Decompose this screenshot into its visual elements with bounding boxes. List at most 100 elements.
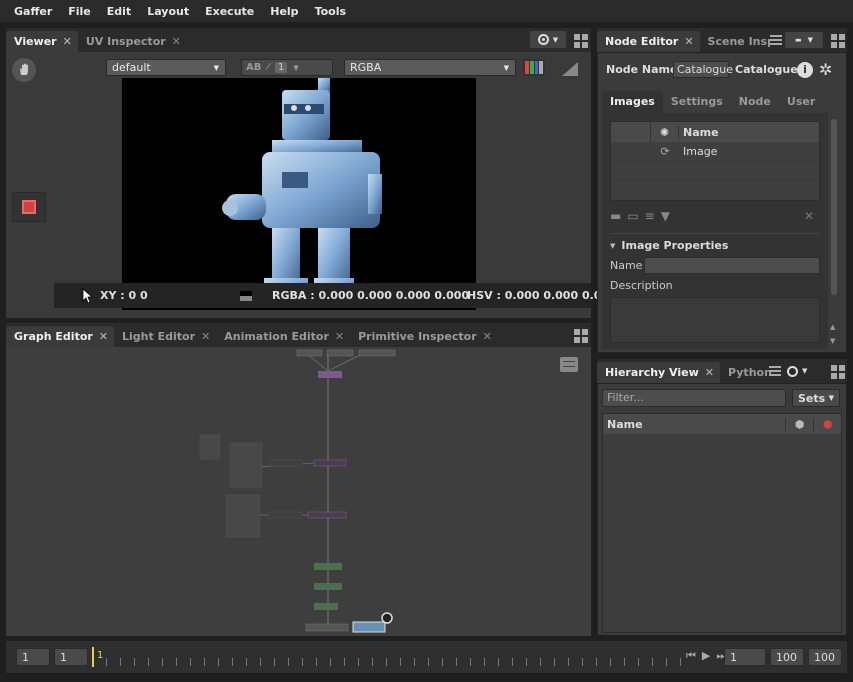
tab-node-editor-label: Node Editor: [605, 35, 679, 48]
channel-swatch-icon[interactable]: [523, 59, 545, 76]
tab-primitive-inspector[interactable]: Primitive Inspector ✕: [350, 326, 498, 347]
tab-light-editor-label: Light Editor: [122, 330, 196, 343]
menu-execute[interactable]: Execute: [197, 5, 262, 18]
sets-dropdown[interactable]: Sets ▼: [792, 389, 840, 407]
list-item[interactable]: ⟳ Image: [611, 142, 819, 162]
annotation-icon[interactable]: [560, 357, 578, 372]
playhead[interactable]: [92, 647, 94, 667]
menu-gaffer[interactable]: Gaffer: [6, 5, 60, 18]
close-icon[interactable]: ✕: [201, 330, 210, 343]
current-frame-field[interactable]: 1: [724, 648, 766, 666]
scrollbar[interactable]: [831, 119, 837, 295]
hierarchy-body: Filter... Sets ▼ Name ⬢ ⬢: [597, 383, 847, 636]
end-frame-field[interactable]: 100: [808, 648, 842, 666]
tabs-menu-icon[interactable]: [770, 35, 782, 45]
name-label: Name: [610, 259, 643, 272]
layout-grid-icon[interactable]: [831, 365, 845, 379]
tab-user[interactable]: User: [779, 91, 823, 113]
tab-animation-editor-label: Animation Editor: [224, 330, 329, 343]
tabs-menu-icon[interactable]: [769, 366, 781, 376]
export-icon[interactable]: ≡: [645, 209, 655, 223]
info-icon[interactable]: i: [797, 62, 813, 78]
node-name-label: Node Name: [606, 63, 678, 76]
inclusion-icon[interactable]: ⬢: [813, 417, 841, 431]
close-icon[interactable]: ✕: [335, 330, 344, 343]
node-graph-canvas[interactable]: [6, 347, 591, 636]
description-field[interactable]: [610, 297, 820, 343]
tab-hierarchy-view[interactable]: Hierarchy View ✕: [597, 362, 720, 383]
close-icon[interactable]: ✕: [172, 35, 181, 48]
list-item[interactable]: [611, 181, 819, 200]
scroll-up-icon[interactable]: ▲: [830, 323, 835, 331]
wipe-icon[interactable]: ⁄: [267, 62, 269, 73]
image-list-header: ✺ Name: [611, 122, 819, 142]
layout-grid-icon[interactable]: [574, 34, 588, 48]
remove-icon[interactable]: ✕: [804, 209, 814, 223]
pixel-status-bar: XY : 0 0 RGBA : 0.000 0.000 0.000 0.000 …: [54, 283, 601, 308]
menu-tools[interactable]: Tools: [307, 5, 354, 18]
section-tabs: Images Settings Node User: [602, 91, 840, 113]
node-name-field[interactable]: Catalogue: [673, 61, 733, 78]
compare-count[interactable]: 1: [275, 62, 288, 73]
chevron-down-icon: ▼: [802, 367, 808, 375]
menu-layout[interactable]: Layout: [139, 5, 197, 18]
display-transform-dropdown[interactable]: default ▼: [106, 59, 226, 76]
channels-dropdown[interactable]: RGBA ▼: [344, 59, 516, 76]
tab-light-editor[interactable]: Light Editor ✕: [114, 326, 216, 347]
image-name-field[interactable]: [644, 257, 820, 274]
menu-edit[interactable]: Edit: [99, 5, 139, 18]
playback-start-field[interactable]: 1: [54, 648, 88, 666]
tab-settings[interactable]: Settings: [663, 91, 731, 113]
node-editor-panel: Node Editor ✕ Scene Insp ▬ ▼ Node Name Ca…: [597, 28, 847, 353]
viewer-image: [122, 78, 476, 310]
crop-tool-button[interactable]: [12, 192, 46, 222]
node-editor-focus-button[interactable]: ▬ ▼: [785, 32, 823, 48]
tab-scene-inspector[interactable]: Scene Insp: [700, 31, 770, 52]
close-icon[interactable]: ✕: [705, 366, 714, 379]
ab-compare-button[interactable]: AB: [246, 62, 261, 73]
filter-input[interactable]: Filter...: [602, 389, 786, 407]
viewer-settings-button[interactable]: ▼: [530, 31, 566, 48]
viewer-canvas[interactable]: default ▼ AB ⁄ 1 ▼ RGBA ▼ XY: 0 0 RGBA …: [6, 52, 601, 318]
play-icon[interactable]: ▶: [702, 649, 710, 663]
close-icon[interactable]: ✕: [99, 330, 108, 343]
exposure-ramp-icon[interactable]: [562, 62, 578, 76]
hierarchy-tree[interactable]: Name ⬢ ⬢: [602, 413, 842, 633]
tab-uv-inspector[interactable]: UV Inspector ✕: [78, 31, 187, 52]
close-icon[interactable]: ✕: [483, 330, 492, 343]
folder-icon[interactable]: ▬: [610, 209, 621, 223]
tab-node-editor[interactable]: Node Editor ✕: [597, 31, 700, 52]
duplicate-icon[interactable]: ▭: [627, 209, 638, 223]
image-list[interactable]: ✺ Name ⟳ Image: [610, 121, 820, 201]
layout-grid-icon[interactable]: [574, 329, 588, 343]
extract-icon[interactable]: ▼: [661, 209, 670, 223]
close-icon[interactable]: ✕: [684, 35, 693, 48]
visibility-icon[interactable]: ⬢: [785, 417, 813, 431]
refresh-icon[interactable]: ⟳: [651, 145, 679, 158]
skip-back-icon[interactable]: ⏮: [686, 649, 696, 663]
tab-graph-editor[interactable]: Graph Editor ✕: [6, 326, 115, 347]
chevron-down-icon[interactable]: ▼: [293, 64, 298, 72]
timeline-slider[interactable]: 1: [92, 646, 682, 668]
gear-icon[interactable]: ✲: [819, 61, 832, 79]
menu-help[interactable]: Help: [262, 5, 306, 18]
tab-images[interactable]: Images: [602, 91, 663, 113]
menu-file[interactable]: File: [60, 5, 99, 18]
hierarchy-settings-button[interactable]: ▼: [787, 363, 821, 379]
tab-animation-editor[interactable]: Animation Editor ✕: [216, 326, 350, 347]
chevron-down-icon: ▼: [828, 394, 834, 402]
layout-grid-icon[interactable]: [831, 34, 845, 48]
target-icon: [537, 34, 549, 45]
pan-hand-icon[interactable]: [12, 58, 36, 82]
color-swatch-icon: [240, 291, 252, 301]
list-item[interactable]: [611, 162, 819, 181]
start-frame-field[interactable]: 1: [16, 648, 50, 666]
playback-end-field[interactable]: 100: [770, 648, 804, 666]
scroll-down-icon[interactable]: ▼: [830, 337, 835, 345]
close-icon[interactable]: ✕: [63, 35, 72, 48]
image-properties-header[interactable]: ▼ Image Properties: [610, 239, 728, 252]
tab-node[interactable]: Node: [731, 91, 779, 113]
timeline-ticks: [106, 658, 682, 666]
tab-viewer[interactable]: Viewer ✕: [6, 31, 78, 52]
xy-readout: XY : 0 0: [100, 289, 148, 302]
